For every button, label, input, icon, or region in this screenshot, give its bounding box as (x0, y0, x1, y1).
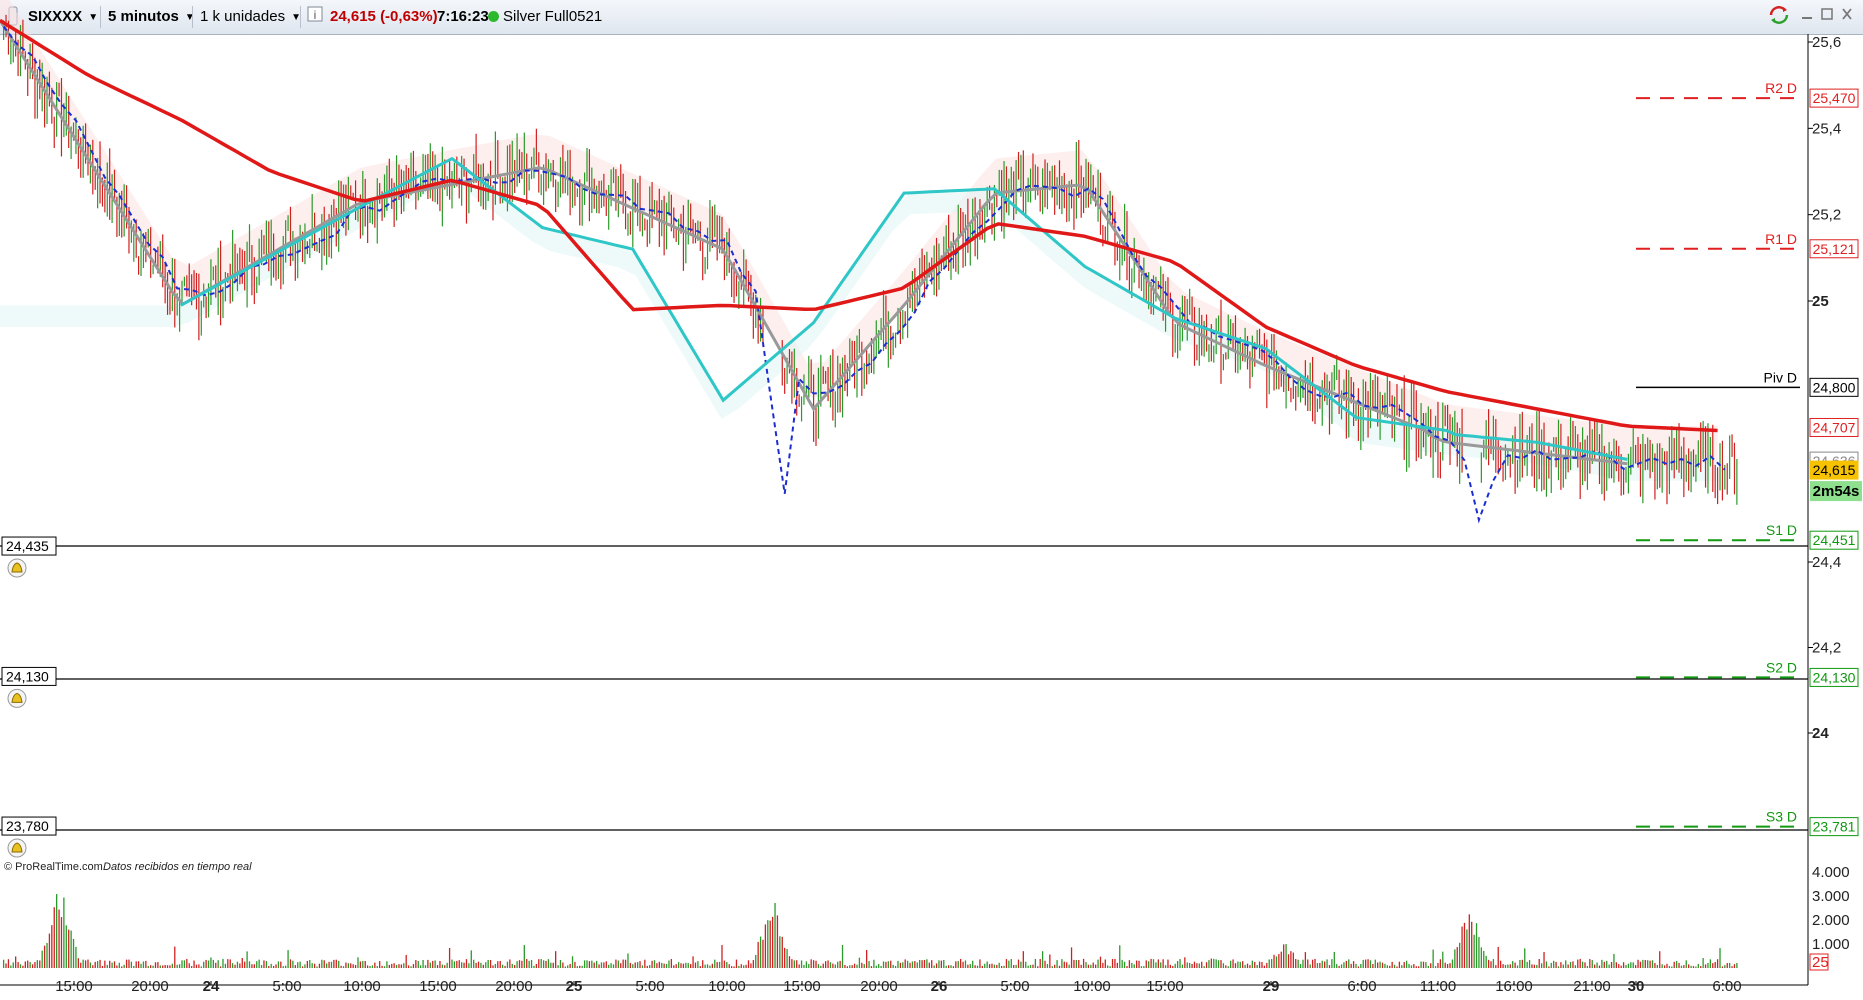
pivot-value: 23,781 (1813, 819, 1856, 835)
volume-tick-label: 3.000 (1812, 888, 1850, 905)
volume-tick-label: 25 (1812, 954, 1829, 971)
data-status: Datos recibidos en tiempo real (103, 861, 252, 873)
x-tick-label: 11:00 (1420, 978, 1456, 995)
bell-icon[interactable] (7, 688, 27, 708)
pivot-name: S2 D (1766, 659, 1797, 675)
x-tick-label: 24 (203, 978, 220, 995)
alert-value: 24,435 (6, 538, 49, 554)
pivot-value: 24,800 (1813, 379, 1856, 395)
pivot-name: S1 D (1766, 522, 1797, 538)
pivot-name: S3 D (1766, 809, 1797, 825)
x-tick-label: 5:00 (272, 978, 301, 995)
volume-tick-label: 2.000 (1812, 912, 1850, 929)
y-tick-label: 25,2 (1812, 207, 1841, 224)
x-tick-label: 20:00 (860, 978, 898, 995)
y-tick-label: 24,4 (1812, 554, 1841, 571)
x-tick-label: 21:00 (1573, 978, 1611, 995)
x-tick-label: 15:00 (1146, 978, 1184, 995)
pivot-value: 24,451 (1813, 532, 1856, 548)
volume-tick-label: 1.000 (1812, 936, 1850, 953)
x-tick-label: 15:00 (55, 978, 93, 995)
alert-value: 23,780 (6, 818, 49, 834)
x-tick-label: 15:00 (419, 978, 457, 995)
pivot-name: Piv D (1764, 369, 1797, 385)
x-tick-label: 25 (566, 978, 583, 995)
volume-tick-label: 4.000 (1812, 864, 1850, 881)
y-tick-label: 24,2 (1812, 640, 1841, 657)
x-tick-label: 29 (1263, 978, 1280, 995)
countdown-label: 2m54s (1813, 483, 1860, 500)
x-tick-label: 20:00 (131, 978, 169, 995)
price-tag-value: 24,707 (1813, 419, 1856, 435)
x-tick-label: 5:00 (635, 978, 664, 995)
x-tick-label: 20:00 (495, 978, 533, 995)
alert-value: 24,130 (6, 668, 49, 684)
y-tick-label: 25,6 (1812, 34, 1841, 51)
x-tick-label: 30 (1628, 978, 1645, 995)
copyright: © ProRealTime.com (4, 861, 103, 873)
x-tick-label: 15:00 (783, 978, 821, 995)
y-tick-label: 25 (1812, 293, 1829, 310)
price-chart[interactable]: R2 D25,470R1 D25,121Piv D24,800S1 D24,45… (0, 0, 1863, 1000)
price-tag-value: 24,615 (1813, 462, 1856, 478)
y-tick-label: 25,4 (1812, 120, 1841, 137)
x-tick-label: 10:00 (708, 978, 746, 995)
x-tick-label: 6:00 (1347, 978, 1376, 995)
y-tick-label: 24 (1812, 725, 1829, 742)
x-tick-label: 6:00 (1712, 978, 1741, 995)
x-tick-label: 10:00 (1073, 978, 1111, 995)
pivot-value: 24,130 (1813, 669, 1856, 685)
pivot-name: R1 D (1765, 231, 1797, 247)
x-tick-label: 10:00 (343, 978, 381, 995)
pivot-value: 25,470 (1813, 90, 1856, 106)
pivot-value: 25,121 (1813, 241, 1856, 257)
x-tick-label: 16:00 (1495, 978, 1533, 995)
x-tick-label: 26 (931, 978, 948, 995)
x-tick-label: 5:00 (1000, 978, 1029, 995)
bell-icon[interactable] (7, 838, 27, 858)
pivot-name: R2 D (1765, 80, 1797, 96)
bell-icon[interactable] (7, 558, 27, 578)
